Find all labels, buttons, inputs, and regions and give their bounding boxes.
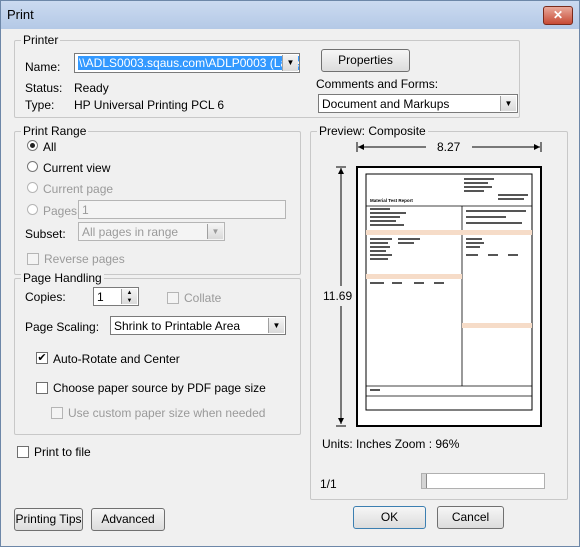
status-label: Status: — [25, 81, 63, 95]
radio-all[interactable] — [27, 140, 38, 151]
print-to-file-label: Print to file — [34, 445, 91, 459]
comments-select[interactable]: Document and Markups ▼ — [318, 94, 518, 113]
advanced-button[interactable]: Advanced — [91, 508, 165, 531]
page-scaling-label: Page Scaling: — [25, 320, 100, 334]
preview-width-label: 8.27 — [437, 140, 461, 154]
subset-label: Subset: — [25, 227, 66, 241]
subset-value: All pages in range — [82, 225, 179, 239]
status-value: Ready — [74, 81, 109, 95]
printer-name-select[interactable]: \\ADLS0003.sqaus.com\ADLP0003 (LaserJ ▼ — [74, 53, 300, 73]
type-label: Type: — [25, 98, 55, 112]
print-range-legend: Print Range — [21, 124, 89, 138]
preview-legend: Preview: Composite — [317, 124, 428, 138]
print-to-file-checkbox[interactable] — [17, 446, 29, 458]
radio-current-view[interactable] — [27, 161, 38, 172]
printer-legend: Printer — [21, 33, 61, 47]
custom-paper-label: Use custom paper size when needed — [68, 406, 266, 420]
type-value: HP Universal Printing PCL 6 — [74, 98, 225, 112]
printer-name-value: \\ADLS0003.sqaus.com\ADLP0003 (LaserJ — [78, 56, 299, 70]
radio-all-label: All — [43, 140, 57, 154]
name-label: Name: — [25, 60, 61, 74]
chevron-down-icon: ▼ — [282, 55, 298, 71]
auto-rotate-checkbox[interactable]: ✔ — [36, 352, 48, 364]
radio-pages[interactable] — [27, 204, 38, 215]
page-handling-legend: Page Handling — [21, 271, 104, 285]
printing-tips-button[interactable]: Printing Tips — [14, 508, 83, 531]
comments-label: Comments and Forms: — [316, 77, 439, 91]
collate-checkbox[interactable] — [167, 292, 179, 304]
radio-current-view-label: Current view — [43, 161, 111, 175]
collate-label: Collate — [184, 291, 222, 305]
paper-source-checkbox[interactable] — [36, 382, 48, 394]
units-zoom-label: Units: Inches Zoom : 96% — [322, 437, 460, 451]
radio-current-page[interactable] — [27, 182, 38, 193]
auto-rotate-label: Auto-Rotate and Center — [53, 352, 180, 366]
chevron-down-icon: ▼ — [268, 318, 284, 333]
chevron-down-icon: ▼ — [500, 96, 516, 111]
reverse-pages-checkbox[interactable] — [27, 253, 39, 265]
radio-pages-label: Pages — [43, 204, 78, 218]
page-counter: 1/1 — [320, 477, 337, 491]
paper-source-label: Choose paper source by PDF page size — [53, 381, 266, 395]
copies-label: Copies: — [25, 290, 66, 304]
window-title: Print — [7, 7, 34, 22]
cancel-button[interactable]: Cancel — [437, 506, 504, 529]
slider-thumb[interactable] — [422, 474, 427, 488]
preview-page: Material Test Report — [356, 166, 542, 427]
pages-value: 1 — [82, 203, 89, 217]
chevron-down-icon: ▼ — [207, 224, 223, 239]
preview-height-label: 11.69 — [323, 289, 353, 303]
page-scaling-select[interactable]: Shrink to Printable Area ▼ — [110, 316, 286, 335]
page-scaling-value: Shrink to Printable Area — [114, 319, 241, 333]
copies-value: 1 — [97, 290, 104, 304]
preview-document: Material Test Report — [365, 173, 533, 411]
copies-stepper[interactable]: 1 ▲ ▼ — [93, 287, 139, 306]
comments-value: Document and Markups — [322, 97, 450, 111]
properties-button[interactable]: Properties — [321, 49, 410, 72]
pages-input[interactable]: 1 — [78, 200, 286, 219]
close-button[interactable]: ✕ — [543, 6, 573, 25]
preview-doc-title: Material Test Report — [370, 198, 413, 203]
ok-button[interactable]: OK — [353, 506, 426, 529]
title-bar: Print ✕ — [1, 1, 579, 29]
page-slider[interactable] — [421, 473, 545, 489]
reverse-pages-label: Reverse pages — [44, 252, 125, 266]
custom-paper-checkbox[interactable] — [51, 407, 63, 419]
radio-current-page-label: Current page — [43, 182, 114, 196]
spinner-icon[interactable]: ▲ ▼ — [121, 289, 137, 304]
subset-select[interactable]: All pages in range ▼ — [78, 222, 225, 241]
print-dialog: Print ✕ Printer Name: \\ADLS0003.sqaus.c… — [0, 0, 580, 547]
